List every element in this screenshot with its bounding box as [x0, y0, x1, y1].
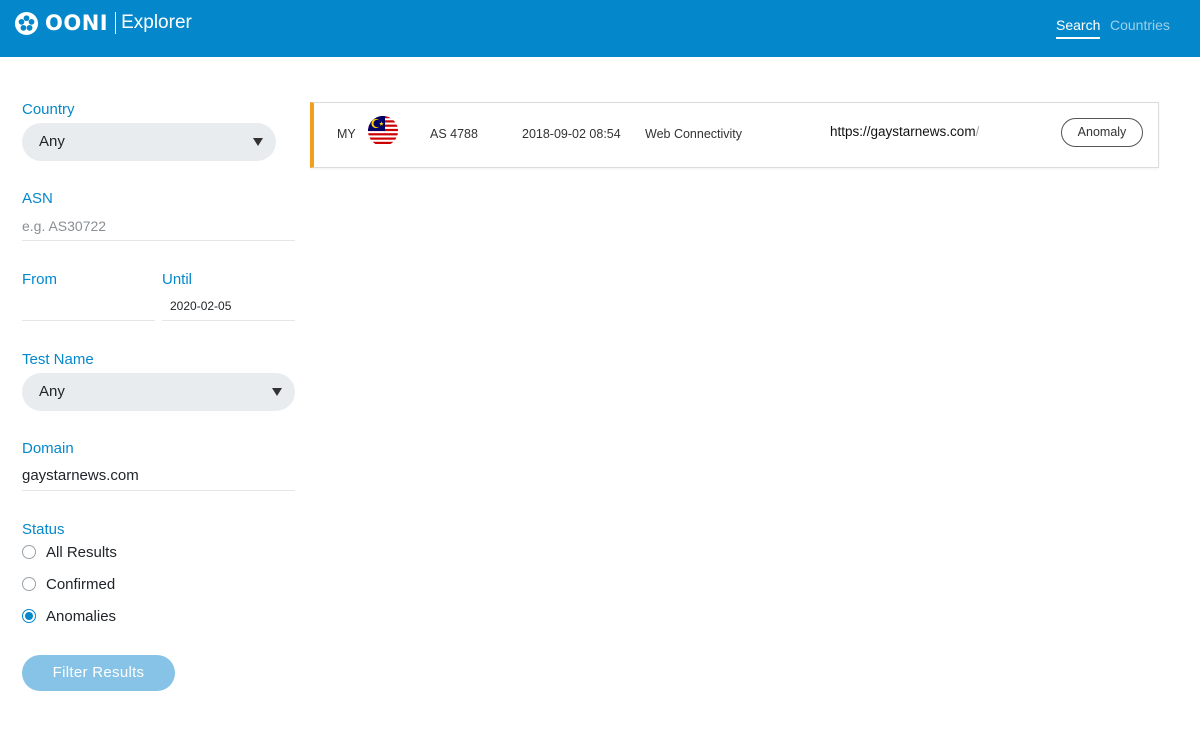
nav-countries-link[interactable]: Countries — [1110, 17, 1170, 33]
from-date-wrapper — [22, 291, 155, 321]
asn-input[interactable] — [22, 211, 295, 240]
filter-results-button[interactable]: Filter Results — [22, 655, 175, 691]
asn-label: ASN — [22, 190, 53, 207]
test-name-label: Test Name — [22, 351, 94, 368]
country-label: Country — [22, 101, 75, 118]
brand-ooni-text: OONI — [45, 11, 109, 35]
country-select-value: Any — [39, 133, 65, 150]
result-test-name: Web Connectivity — [645, 127, 743, 141]
result-country-code: MY — [337, 127, 356, 141]
from-date-input[interactable] — [22, 291, 155, 320]
radio-label: Confirmed — [46, 575, 116, 593]
status-option-anomalies[interactable]: Anomalies — [22, 606, 116, 626]
until-date-wrapper — [162, 291, 295, 321]
ooni-explorer-logo[interactable]: OONI Explorer — [14, 10, 192, 36]
chevron-down-icon — [253, 138, 263, 146]
domain-label: Domain — [22, 440, 74, 457]
ooni-logo-icon — [14, 11, 39, 35]
country-select[interactable]: Any — [22, 123, 276, 161]
radio-button-selected[interactable] — [22, 609, 36, 623]
until-date-input[interactable] — [162, 291, 295, 320]
radio-button[interactable] — [22, 577, 36, 591]
radio-label: Anomalies — [46, 607, 117, 625]
result-url: https://gaystarnews.com/ — [830, 124, 979, 139]
malaysia-flag-icon — [368, 116, 398, 146]
domain-input-wrapper — [22, 461, 295, 491]
result-row[interactable]: MY AS 4788 2018-09-02 08:54 Web Connecti… — [310, 102, 1159, 168]
domain-input[interactable] — [22, 461, 295, 490]
result-asn: AS 4788 — [430, 127, 478, 141]
until-label: Until — [162, 271, 193, 288]
result-url-text: https://gaystarnews.com — [830, 124, 976, 139]
brand-explorer-text: Explorer — [121, 12, 192, 33]
status-option-confirmed[interactable]: Confirmed — [22, 574, 115, 594]
radio-button[interactable] — [22, 545, 36, 559]
chevron-down-icon — [272, 388, 282, 396]
top-navbar: OONI Explorer Search Countries — [0, 0, 1200, 57]
status-label: Status — [22, 521, 65, 538]
radio-label: All Results — [46, 543, 117, 561]
test-name-select-value: Any — [39, 383, 65, 400]
nav-search-link[interactable]: Search — [1056, 17, 1101, 39]
asn-input-wrapper — [22, 211, 295, 241]
anomaly-status-badge: Anomaly — [1061, 118, 1143, 147]
result-url-trailer: / — [975, 124, 980, 139]
result-date: 2018-09-02 08:54 — [522, 127, 621, 141]
test-name-select[interactable]: Any — [22, 373, 295, 411]
status-option-all-results[interactable]: All Results — [22, 542, 117, 562]
from-label: From — [22, 271, 57, 288]
brand-divider — [115, 12, 117, 34]
